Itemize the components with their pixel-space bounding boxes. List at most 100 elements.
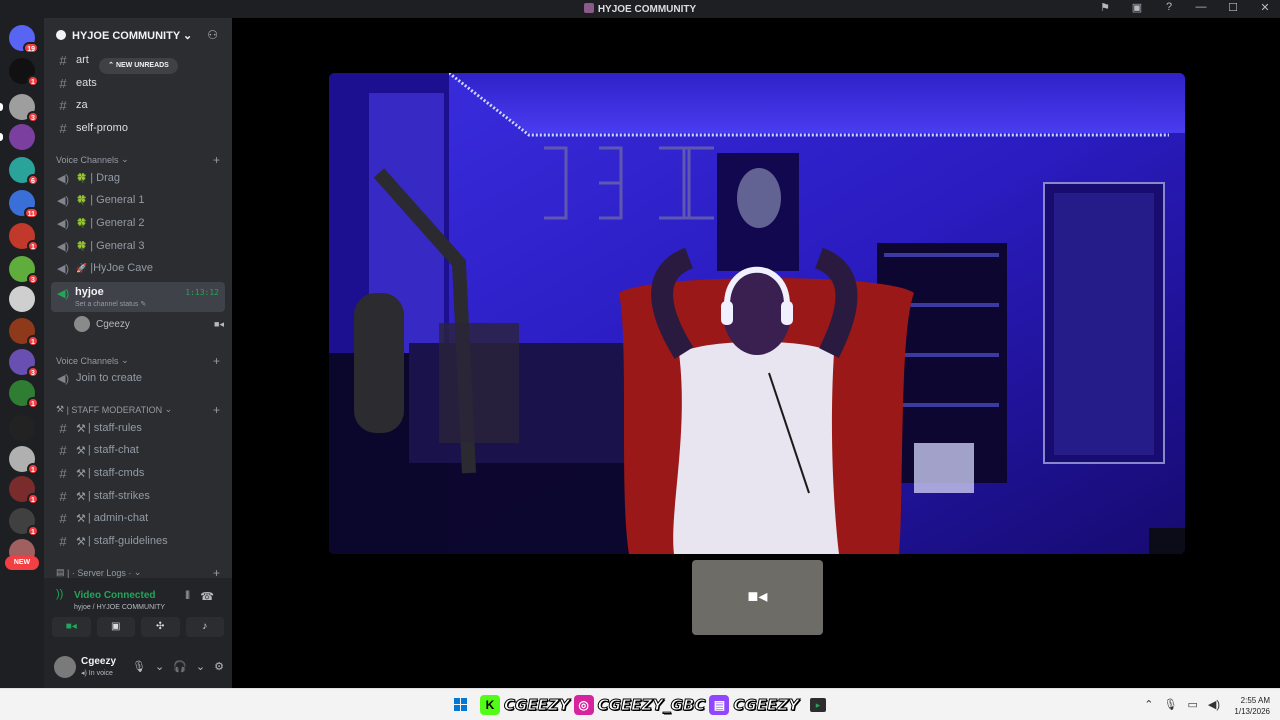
guild-icon [56, 30, 66, 40]
channel-za[interactable]: # za [52, 95, 224, 115]
tools-icon: ⚒ [56, 404, 67, 414]
close-icon[interactable]: ✕ [1258, 1, 1272, 14]
mention-badge: 1 [27, 240, 39, 252]
user-status-label: In voice [88, 670, 113, 677]
channel-eats[interactable]: # eats [52, 73, 224, 93]
server-icon[interactable]: 1 [9, 58, 39, 87]
voice-channel-hyjoe-cave[interactable]: ◀) 🚀 |HyJoe Cave [52, 258, 224, 278]
disconnect-icon[interactable]: ☎ [200, 590, 214, 603]
mention-badge: 11 [23, 207, 39, 219]
server-icon[interactable]: 11 [9, 190, 39, 219]
channel-admin-chat[interactable]: # ⚒ | admin-chat [52, 508, 224, 528]
server-icon[interactable] [9, 286, 35, 312]
mention-badge: 1 [27, 335, 39, 347]
display-icon[interactable]: ▭ [1187, 698, 1197, 711]
help-icon[interactable]: ? [1162, 1, 1176, 14]
settings-gear-icon[interactable]: ⚙ [214, 660, 224, 673]
microphone-icon[interactable]: 🎙 [132, 660, 146, 673]
channel-staff-guidelines[interactable]: # ⚒ | staff-guidelines [52, 531, 224, 551]
chevron-down-icon[interactable]: ⌄ [155, 660, 164, 673]
hash-icon: # [59, 488, 67, 504]
connection-subtitle[interactable]: hyjoe / HYJOE COMMUNITY [74, 604, 165, 611]
chevron-down-icon[interactable]: ⌄ [196, 660, 205, 673]
invite-people-icon[interactable]: ⚇ [207, 28, 218, 42]
windows-start-icon[interactable] [454, 698, 468, 712]
inbox-icon[interactable]: ▣ [1130, 1, 1144, 14]
server-icon[interactable]: 3 [0, 94, 39, 123]
minimize-icon[interactable]: — [1194, 1, 1208, 14]
soundboard-button[interactable]: ♪ [185, 617, 224, 637]
channel-label: | admin-chat [87, 512, 149, 524]
voice-channel-join-to-create[interactable]: ◀) Join to create [52, 368, 224, 388]
voice-channel-hyjoe[interactable]: ◀) hyjoe 1:13:12 Set a channel status ✎ [51, 282, 225, 312]
server-icon[interactable]: 1 [9, 508, 39, 537]
channel-staff-chat[interactable]: # ⚒ | staff-chat [52, 440, 224, 460]
mention-badge: 3 [27, 111, 39, 123]
video-tile[interactable] [329, 73, 1185, 554]
microphone-icon[interactable]: 🎙 [1164, 698, 1178, 711]
home-icon[interactable]: 19 [9, 25, 39, 54]
noise-suppression-icon[interactable]: ⦀ [185, 590, 190, 603]
volume-icon[interactable]: ◀) [1208, 698, 1220, 711]
category-voice-channels[interactable]: Voice Channels ⌄ + [56, 153, 220, 167]
user-name[interactable]: Cgeezy [81, 656, 116, 667]
set-channel-status[interactable]: Set a channel status ✎ [75, 300, 146, 308]
voice-channel-general-2[interactable]: ◀) 🍀 | General 2 [52, 213, 224, 233]
screen-share-button[interactable]: ▣ [96, 617, 135, 637]
clover-icon: 🍀 [76, 172, 88, 183]
channel-self-promo[interactable]: # self-promo [52, 118, 224, 138]
server-icon[interactable] [0, 124, 35, 150]
flag-icon[interactable]: ⚑ [1098, 1, 1112, 14]
hash-icon: # [59, 120, 67, 136]
channel-staff-strikes[interactable]: # ⚒ | staff-strikes [52, 486, 224, 506]
voice-channel-general-3[interactable]: ◀) 🍀 | General 3 [52, 236, 224, 256]
self-video-thumbnail[interactable]: ■◂ [692, 560, 823, 635]
guild-header[interactable]: HYJOE COMMUNITY ⌄ ⚇ [44, 18, 232, 52]
category-staff-moderation[interactable]: ⚒ | STAFF MODERATION ⌄ + [56, 403, 220, 417]
hash-icon: # [59, 533, 67, 549]
headphones-icon[interactable]: 🎧 [173, 660, 187, 673]
camera-button[interactable]: ■◂ [52, 617, 91, 637]
voice-user[interactable]: Cgeezy ■◂ [74, 315, 224, 333]
server-icon[interactable]: 3 [9, 349, 39, 378]
voice-channel-general-1[interactable]: ◀) 🍀 | General 1 [52, 190, 224, 210]
server-rail: 19 1 3 6 11 1 3 1 3 1 1 1 1 NEW [0, 18, 44, 688]
category-server-logs[interactable]: ▤ | · Server Logs · ⌄ + [56, 566, 220, 580]
server-icon[interactable]: 1 [9, 380, 39, 409]
avatar[interactable] [54, 656, 76, 678]
chevron-up-icon[interactable]: ⌃ [1144, 698, 1153, 711]
category-voice-channels-2[interactable]: Voice Channels ⌄ + [56, 354, 220, 368]
add-channel-icon[interactable]: + [213, 354, 220, 368]
server-icon[interactable]: 1 [9, 318, 39, 347]
camera-icon: ■◂ [214, 318, 224, 329]
system-clock[interactable]: 2:55 AM 1/13/2026 [1226, 695, 1270, 717]
mention-badge: 19 [23, 42, 39, 54]
server-icon[interactable] [9, 415, 35, 441]
signal-icon[interactable]: )) [56, 588, 63, 600]
server-icon[interactable]: 6 [9, 157, 39, 186]
channel-staff-rules[interactable]: # ⚒ | staff-rules [52, 418, 224, 438]
user-controls: 🎙 ⌄ 🎧 ⌄ ⚙ [132, 660, 224, 673]
voice-channel-drag[interactable]: ◀) 🍀 | Drag [52, 168, 224, 188]
chevron-down-icon: ⌄ [133, 567, 142, 577]
video-stage: ■◂ [232, 18, 1280, 688]
channel-staff-cmds[interactable]: # ⚒ | staff-cmds [52, 463, 224, 483]
new-unreads-button[interactable]: ⌃ NEW UNREADS [99, 58, 178, 74]
clover-icon: 🍀 [76, 217, 88, 228]
maximize-icon[interactable]: ☐ [1226, 1, 1240, 14]
banner-handle-instagram: CGEEZY_GBC [597, 696, 706, 715]
server-icon[interactable]: 3 [9, 256, 39, 285]
terminal-app-icon[interactable]: ▸ [810, 698, 826, 712]
hash-icon: # [59, 442, 67, 458]
clover-icon: 🍀 [76, 240, 88, 251]
server-icon[interactable]: 1 [9, 476, 39, 505]
tools-icon: ⚒ [76, 422, 86, 435]
new-servers-pill[interactable]: NEW [5, 556, 39, 570]
server-icon[interactable]: 1 [9, 223, 39, 252]
add-channel-icon[interactable]: + [213, 153, 220, 167]
hash-icon: # [59, 75, 67, 91]
add-channel-icon[interactable]: + [213, 403, 220, 417]
server-icon[interactable]: 1 [9, 446, 39, 475]
category-label: | STAFF MODERATION [66, 404, 163, 415]
activities-button[interactable]: ✣ [141, 617, 180, 637]
